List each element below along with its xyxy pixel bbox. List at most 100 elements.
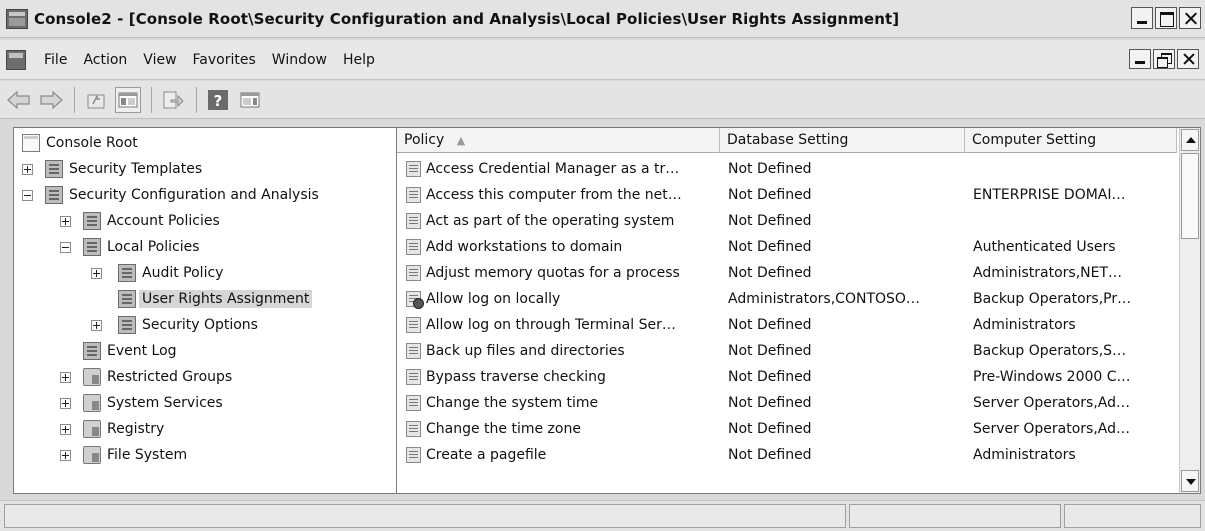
window-title: Console2 - [Console Root\Security Config… [34,9,900,28]
expand-plus-icon[interactable] [60,398,71,409]
column-header-label: Computer Setting [972,132,1097,148]
policy-name: Create a pagefile [426,447,547,463]
policy-row[interactable]: Allow log on locally Administrators,CONTO… [397,287,1177,311]
menu-file[interactable]: File [36,52,75,68]
help-icon[interactable]: ? [205,87,231,113]
policy-row[interactable]: Bypass traverse checking Not Defined Pre-W… [397,365,1177,389]
console-tree-pane[interactable]: Console Root Security Templates Security… [13,127,398,494]
toolbar-separator [196,86,197,113]
tree-item-registry[interactable]: Registry [83,417,164,441]
tree-item-label: Restricted Groups [107,369,233,385]
minimize-window-button[interactable] [1131,7,1153,29]
policy-row[interactable]: Add workstations to domain Not Defined Aut… [397,235,1177,259]
policy-row[interactable]: Adjust memory quotas for a process Not De… [397,261,1177,285]
policy-row[interactable]: Create a pagefile Not Defined Administrato… [397,443,1177,467]
child-close-button[interactable] [1177,49,1199,69]
menu-favorites[interactable]: Favorites [185,52,264,68]
menu-action[interactable]: Action [75,52,135,68]
tree-item-security-options[interactable]: Security Options [118,313,258,337]
policy-row[interactable]: Change the time zone Not Defined Server Op… [397,417,1177,441]
expand-plus-icon[interactable] [60,372,71,383]
scrollbar-thumb[interactable] [1181,153,1199,239]
collapse-minus-icon[interactable] [22,190,33,201]
expand-plus-icon[interactable] [60,424,71,435]
close-window-button[interactable] [1179,7,1201,29]
tree-item-file-system[interactable]: File System [83,443,187,467]
secured-folder-icon [83,368,101,386]
tree-item-local-policies[interactable]: Local Policies [83,235,200,259]
policy-name: Add workstations to domain [426,239,623,255]
policy-row[interactable]: Back up files and directories Not Defined… [397,339,1177,363]
forward-arrow-icon[interactable] [38,87,64,113]
scroll-down-arrow-icon[interactable] [1181,470,1199,492]
expand-plus-icon[interactable] [91,320,102,331]
column-header-database-setting[interactable]: Database Setting [720,128,965,153]
collapse-minus-icon[interactable] [60,242,71,253]
results-list-pane[interactable]: Policy ▲ Database Setting Computer Setti… [396,127,1201,494]
local-policies-icon [83,238,101,256]
tree-item-label: Account Policies [107,213,220,229]
expand-plus-icon[interactable] [91,268,102,279]
list-header: Policy ▲ Database Setting Computer Setti… [397,128,1177,153]
database-setting: Not Defined [728,239,812,255]
child-minimize-button[interactable] [1129,49,1151,69]
policy-icon [406,187,421,203]
policy-icon [406,447,421,463]
computer-setting [973,157,1173,181]
menu-help[interactable]: Help [335,52,383,68]
secured-folder-icon [83,394,101,412]
database-setting: Not Defined [728,187,812,203]
show-hide-action-pane-icon[interactable] [237,87,263,113]
console-root-icon [22,134,40,152]
maximize-window-button[interactable] [1155,7,1177,29]
menu-view[interactable]: View [135,52,184,68]
status-panel-main [4,504,846,528]
expand-plus-icon[interactable] [22,164,33,175]
tree-item-system-services[interactable]: System Services [83,391,223,415]
account-policies-icon [83,212,101,230]
policy-name: Allow log on through Terminal Ser… [426,317,676,333]
policy-row[interactable]: Act as part of the operating system Not D… [397,209,1177,233]
policy-icon [406,317,421,333]
toolbar-separator [74,86,75,113]
vertical-scrollbar[interactable] [1179,128,1200,493]
child-restore-button[interactable] [1153,49,1175,69]
status-bar [0,500,1205,531]
child-window-system-icon[interactable] [6,49,26,70]
up-folder-icon[interactable] [83,87,109,113]
tree-item-restricted-groups[interactable]: Restricted Groups [83,365,232,389]
tree-item-security-templates[interactable]: Security Templates [45,157,202,181]
export-list-icon[interactable] [160,87,186,113]
tree-item-account-policies[interactable]: Account Policies [83,209,220,233]
tree-item-event-log[interactable]: Event Log [83,339,177,363]
menu-window[interactable]: Window [264,52,335,68]
policy-row[interactable]: Change the system time Not Defined Server … [397,391,1177,415]
tree-item-audit-policy[interactable]: Audit Policy [118,261,223,285]
audit-policy-icon [118,264,136,282]
user-rights-assignment-icon [118,290,136,308]
tree-item-label: Security Templates [69,161,203,177]
show-hide-tree-icon[interactable] [115,86,141,113]
policy-icon [406,395,421,411]
column-header-label: Policy [404,132,445,148]
scroll-up-arrow-icon[interactable] [1181,129,1199,151]
tree-item-console-root[interactable]: Console Root [22,131,138,155]
sort-ascending-icon: ▲ [456,134,466,147]
tree-item-security-configuration-and-analysis[interactable]: Security Configuration and Analysis [45,183,319,207]
policy-row[interactable]: Access Credential Manager as a tr… Not De… [397,157,1177,181]
database-setting: Not Defined [728,317,812,333]
expand-plus-icon[interactable] [60,450,71,461]
mmc-console-icon[interactable] [6,8,28,29]
computer-setting: Server Operators,Ad… [973,421,1130,437]
tree-item-label: Event Log [107,343,177,359]
policy-row[interactable]: Access this computer from the net… Not De… [397,183,1177,207]
column-header-policy[interactable]: Policy ▲ [397,128,720,153]
back-arrow-icon[interactable] [6,87,32,113]
tree-item-label: File System [107,447,188,463]
expand-plus-icon[interactable] [60,216,71,227]
tree-item-user-rights-assignment[interactable]: User Rights Assignment [118,287,313,311]
policy-icon [406,369,421,385]
database-setting: Not Defined [728,213,812,229]
column-header-computer-setting[interactable]: Computer Setting [965,128,1177,153]
policy-row[interactable]: Allow log on through Terminal Ser… Not De… [397,313,1177,337]
